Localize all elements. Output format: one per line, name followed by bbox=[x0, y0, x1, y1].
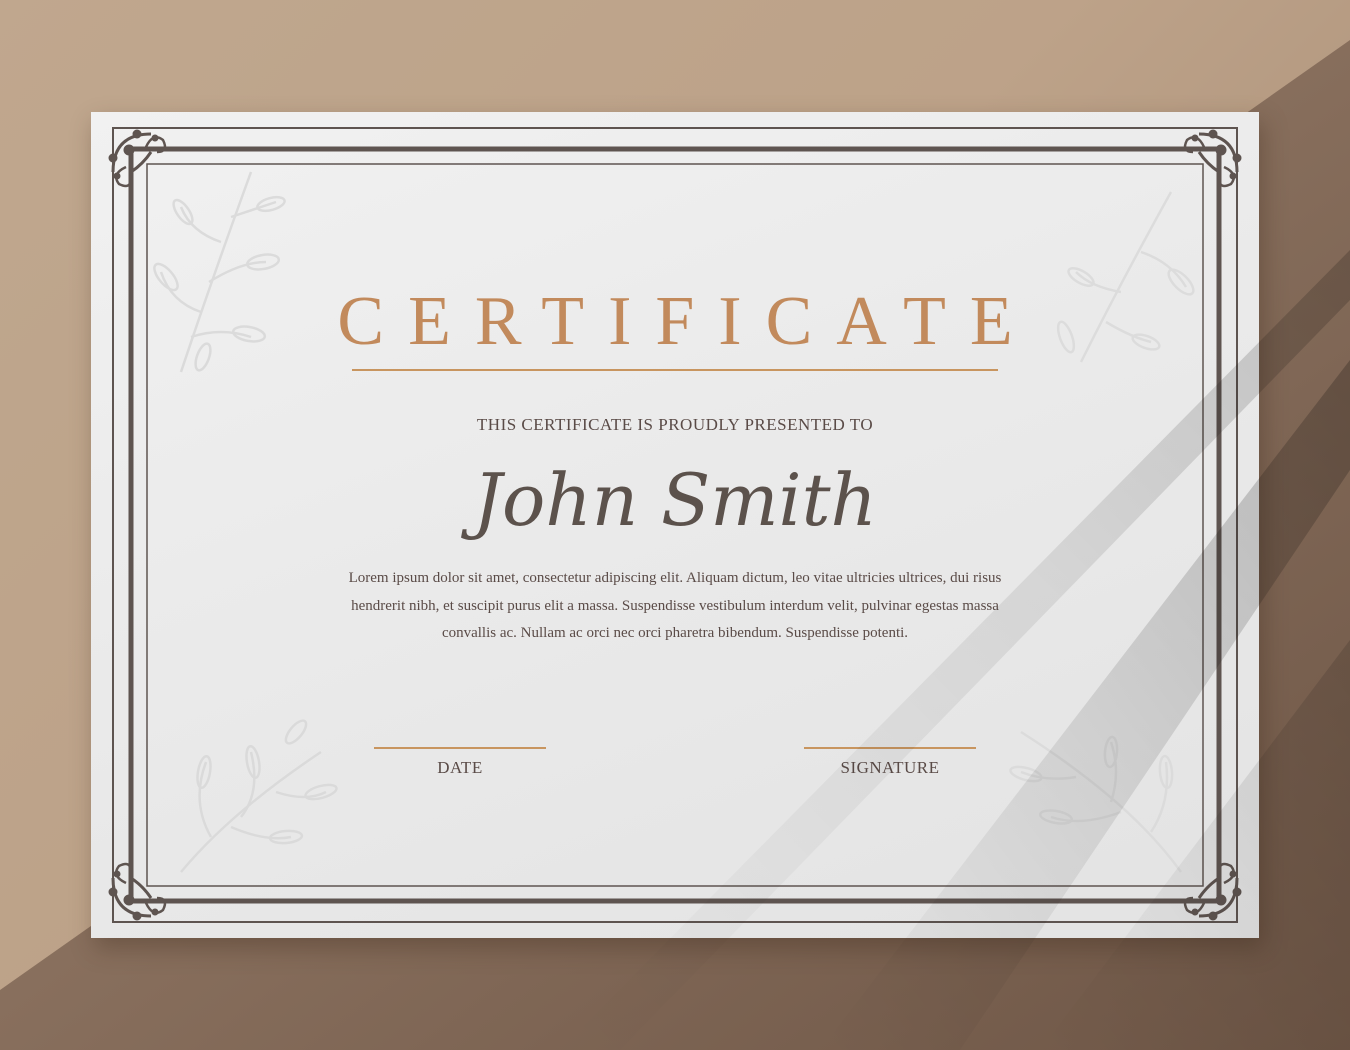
leaf-branch-icon bbox=[1009, 730, 1183, 873]
title-underline bbox=[352, 369, 998, 371]
presented-to-text: THIS CERTIFICATE IS PROUDLY PRESENTED TO bbox=[476, 415, 874, 434]
certificate-title: CERTIFICATE bbox=[337, 283, 1037, 360]
leaf-branch-icon bbox=[180, 719, 338, 873]
recipient-name: John Smith bbox=[473, 458, 877, 542]
signature-label: SIGNATURE bbox=[840, 758, 940, 777]
certificate-card: CERTIFICATE THIS CERTIFICATE IS PROUDLY … bbox=[91, 112, 1259, 938]
signature-line bbox=[804, 747, 976, 749]
certificate-body-text: Lorem ipsum dolor sit amet, consectetur … bbox=[348, 570, 1002, 641]
date-label: DATE bbox=[437, 758, 483, 777]
date-line bbox=[374, 747, 546, 749]
